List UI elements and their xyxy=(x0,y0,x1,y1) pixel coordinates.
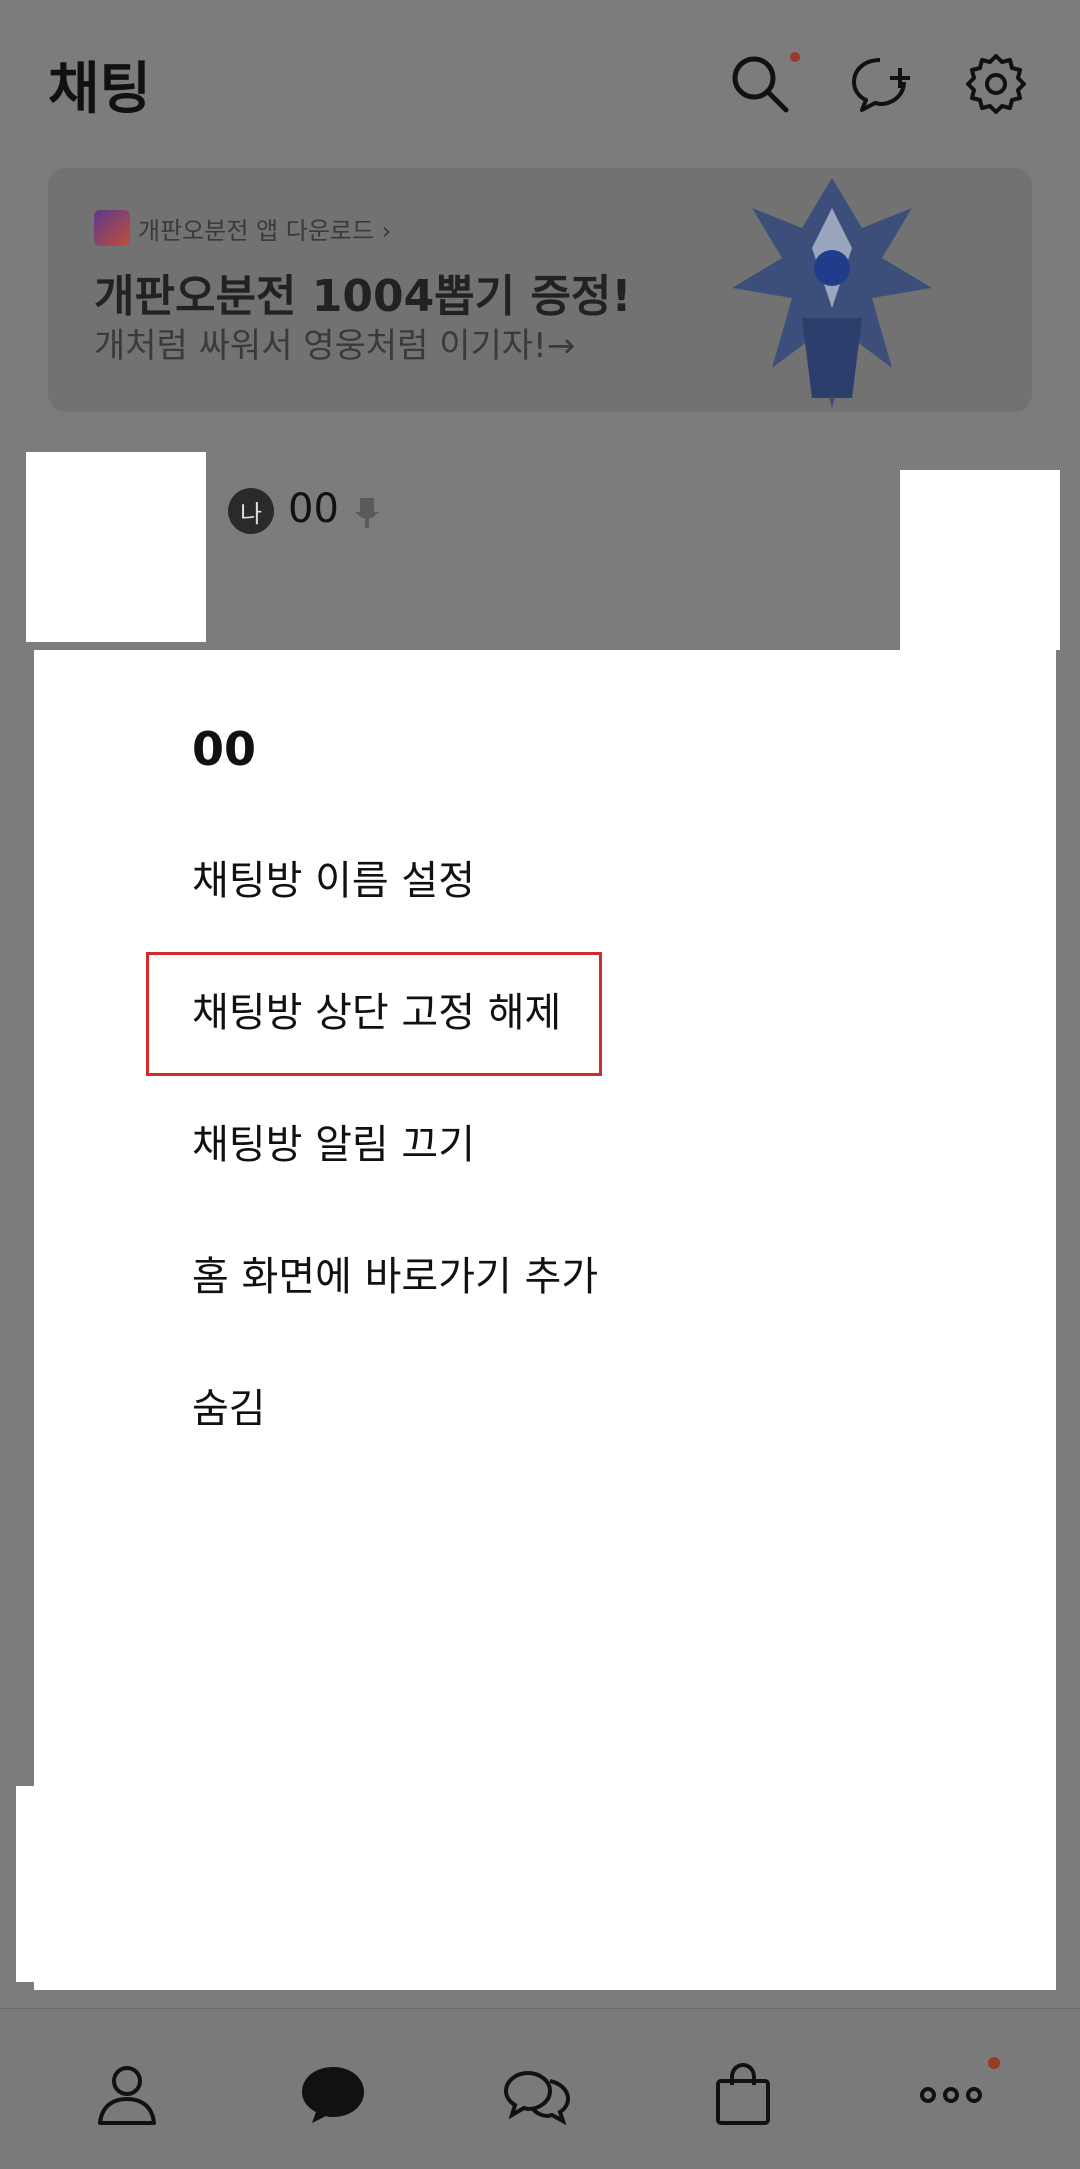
banner-subline: 개처럼 싸워서 영웅처럼 이기자!→ xyxy=(94,326,576,366)
chat-room-name: 00 xyxy=(288,486,339,532)
ad-banner[interactable]: 개판오분전 앱 다운로드 › 개판오분전 1004뽑기 증정! 개처럼 싸워서 … xyxy=(48,168,1032,412)
menu-title: 00 xyxy=(192,722,257,776)
search-icon[interactable] xyxy=(728,52,792,116)
game-logo-icon xyxy=(94,210,130,246)
chats-icon[interactable] xyxy=(298,2059,368,2129)
banner-sponsor: 개판오분전 앱 다운로드 › xyxy=(94,210,391,246)
new-chat-icon[interactable] xyxy=(850,52,914,116)
menu-item-rename-room[interactable]: 채팅방 이름 설정 xyxy=(192,848,475,906)
redacted-right-block xyxy=(900,470,1060,650)
friends-icon[interactable] xyxy=(92,2059,162,2129)
context-menu-sheet: 00 채팅방 이름 설정 채팅방 상단 고정 해제 채팅방 알림 끄기 홈 화면… xyxy=(34,650,1056,1990)
more-notification-dot xyxy=(988,2057,1000,2069)
banner-sponsor-label: 개판오분전 앱 다운로드 › xyxy=(138,216,392,245)
robot-character-image xyxy=(712,168,952,412)
redacted-avatar-block xyxy=(26,452,206,642)
menu-item-unpin-room[interactable]: 채팅방 상단 고정 해제 xyxy=(192,980,561,1038)
menu-item-add-home-shortcut[interactable]: 홈 화면에 바로가기 추가 xyxy=(192,1244,598,1302)
more-icon[interactable] xyxy=(916,2059,986,2129)
shopping-icon[interactable] xyxy=(708,2059,778,2129)
openchat-icon[interactable] xyxy=(502,2059,572,2129)
menu-item-mute-notifications[interactable]: 채팅방 알림 끄기 xyxy=(192,1112,475,1170)
app-header: 채팅 xyxy=(0,0,1080,160)
page-title: 채팅 xyxy=(48,57,152,122)
settings-icon[interactable] xyxy=(964,52,1028,116)
search-notification-dot xyxy=(790,52,800,62)
pin-icon xyxy=(352,496,382,530)
banner-headline: 개판오분전 1004뽑기 증정! xyxy=(94,271,632,322)
bottom-navigation xyxy=(0,2008,1080,2169)
me-badge: 나 xyxy=(228,488,274,534)
menu-item-hide[interactable]: 숨김 xyxy=(192,1376,266,1434)
